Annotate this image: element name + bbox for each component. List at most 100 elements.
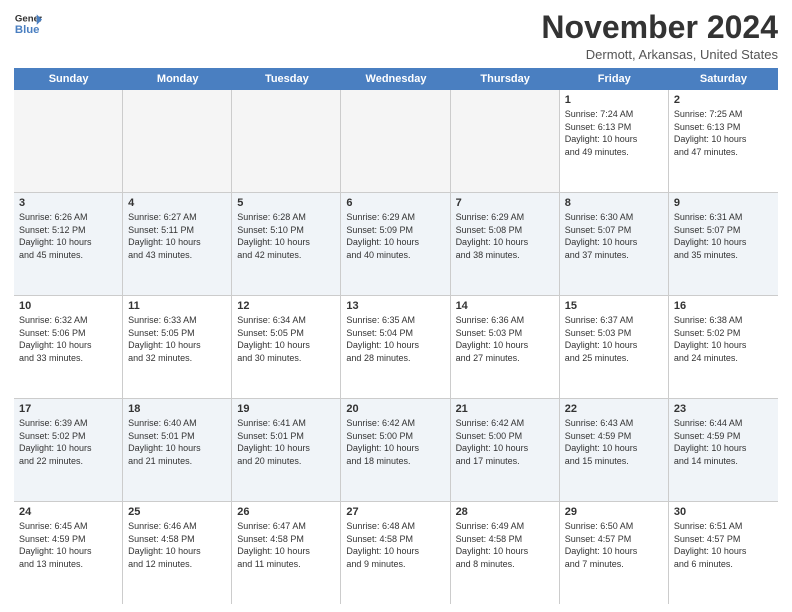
day-number: 8 [565, 197, 663, 209]
calendar-cell: 27 Sunrise: 6:48 AM Sunset: 4:58 PM Dayli… [341, 502, 450, 604]
calendar-cell: 9Sunrise: 6:31 AM Sunset: 5:07 PM Daylig… [669, 193, 778, 295]
calendar-cell: 10Sunrise: 6:32 AM Sunset: 5:06 PM Dayli… [14, 296, 123, 398]
logo-icon: GeneralBlue [14, 10, 42, 38]
day-info: Sunrise: 6:50 AM Sunset: 4:57 PM Dayligh… [565, 520, 663, 570]
header-day-thursday: Thursday [451, 68, 560, 90]
day-info: Sunrise: 6:26 AM Sunset: 5:12 PM Dayligh… [19, 211, 117, 261]
day-info: Sunrise: 6:30 AM Sunset: 5:07 PM Dayligh… [565, 211, 663, 261]
calendar-cell: 17 Sunrise: 6:39 AM Sunset: 5:02 PM Dayli… [14, 399, 123, 501]
header-day-tuesday: Tuesday [232, 68, 341, 90]
calendar-cell: 23 Sunrise: 6:44 AM Sunset: 4:59 PM Dayli… [669, 399, 778, 501]
calendar-cell: 15Sunrise: 6:37 AM Sunset: 5:03 PM Dayli… [560, 296, 669, 398]
calendar-week-4: 17 Sunrise: 6:39 AM Sunset: 5:02 PM Dayli… [14, 399, 778, 502]
calendar-cell: 28 Sunrise: 6:49 AM Sunset: 4:58 PM Dayli… [451, 502, 560, 604]
day-info: Sunrise: 6:29 AM Sunset: 5:08 PM Dayligh… [456, 211, 554, 261]
day-number: 18 [128, 403, 226, 415]
calendar-week-1: 1Sunrise: 7:24 AM Sunset: 6:13 PM Daylig… [14, 90, 778, 193]
calendar-cell: 5Sunrise: 6:28 AM Sunset: 5:10 PM Daylig… [232, 193, 341, 295]
day-info: Sunrise: 6:32 AM Sunset: 5:06 PM Dayligh… [19, 314, 117, 364]
calendar-cell: 4Sunrise: 6:27 AM Sunset: 5:11 PM Daylig… [123, 193, 232, 295]
logo: GeneralBlue [14, 10, 42, 38]
day-number: 5 [237, 197, 335, 209]
day-number: 16 [674, 300, 773, 312]
calendar-cell: 30 Sunrise: 6:51 AM Sunset: 4:57 PM Dayli… [669, 502, 778, 604]
day-info: Sunrise: 6:42 AM Sunset: 5:00 PM Dayligh… [346, 417, 444, 467]
month-title: November 2024 [541, 10, 778, 45]
day-number: 13 [346, 300, 444, 312]
svg-text:Blue: Blue [15, 24, 40, 36]
title-block: November 2024 Dermott, Arkansas, United … [541, 10, 778, 62]
day-number: 27 [346, 506, 444, 518]
calendar-cell: 14 Sunrise: 6:36 AM Sunset: 5:03 PM Dayli… [451, 296, 560, 398]
day-info: Sunrise: 6:51 AM Sunset: 4:57 PM Dayligh… [674, 520, 773, 570]
day-number: 11 [128, 300, 226, 312]
day-info: Sunrise: 6:29 AM Sunset: 5:09 PM Dayligh… [346, 211, 444, 261]
header-day-saturday: Saturday [669, 68, 778, 90]
day-info: Sunrise: 6:39 AM Sunset: 5:02 PM Dayligh… [19, 417, 117, 467]
calendar-cell [232, 90, 341, 192]
day-number: 28 [456, 506, 554, 518]
day-number: 3 [19, 197, 117, 209]
calendar-cell: 18 Sunrise: 6:40 AM Sunset: 5:01 PM Dayli… [123, 399, 232, 501]
calendar-header: SundayMondayTuesdayWednesdayThursdayFrid… [14, 68, 778, 90]
calendar-cell: 13 Sunrise: 6:35 AM Sunset: 5:04 PM Dayli… [341, 296, 450, 398]
calendar-cell: 2 Sunrise: 7:25 AM Sunset: 6:13 PM Daylig… [669, 90, 778, 192]
day-number: 20 [346, 403, 444, 415]
calendar-cell: 6 Sunrise: 6:29 AM Sunset: 5:09 PM Daylig… [341, 193, 450, 295]
day-number: 15 [565, 300, 663, 312]
calendar-cell [14, 90, 123, 192]
day-number: 24 [19, 506, 117, 518]
day-number: 12 [237, 300, 335, 312]
day-info: Sunrise: 6:42 AM Sunset: 5:00 PM Dayligh… [456, 417, 554, 467]
calendar-cell [123, 90, 232, 192]
day-info: Sunrise: 6:35 AM Sunset: 5:04 PM Dayligh… [346, 314, 444, 364]
calendar-cell: 8 Sunrise: 6:30 AM Sunset: 5:07 PM Daylig… [560, 193, 669, 295]
day-info: Sunrise: 6:43 AM Sunset: 4:59 PM Dayligh… [565, 417, 663, 467]
calendar-week-5: 24 Sunrise: 6:45 AM Sunset: 4:59 PM Dayli… [14, 502, 778, 604]
calendar-cell [451, 90, 560, 192]
day-info: Sunrise: 6:44 AM Sunset: 4:59 PM Dayligh… [674, 417, 773, 467]
header-day-sunday: Sunday [14, 68, 123, 90]
day-number: 19 [237, 403, 335, 415]
day-number: 17 [19, 403, 117, 415]
day-info: Sunrise: 6:34 AM Sunset: 5:05 PM Dayligh… [237, 314, 335, 364]
day-number: 25 [128, 506, 226, 518]
day-number: 6 [346, 197, 444, 209]
day-number: 14 [456, 300, 554, 312]
calendar-cell: 16 Sunrise: 6:38 AM Sunset: 5:02 PM Dayli… [669, 296, 778, 398]
day-number: 22 [565, 403, 663, 415]
header-day-monday: Monday [123, 68, 232, 90]
day-info: Sunrise: 6:47 AM Sunset: 4:58 PM Dayligh… [237, 520, 335, 570]
day-number: 21 [456, 403, 554, 415]
day-info: Sunrise: 6:45 AM Sunset: 4:59 PM Dayligh… [19, 520, 117, 570]
day-number: 2 [674, 94, 773, 106]
day-number: 26 [237, 506, 335, 518]
day-info: Sunrise: 6:33 AM Sunset: 5:05 PM Dayligh… [128, 314, 226, 364]
calendar-cell: 12 Sunrise: 6:34 AM Sunset: 5:05 PM Dayli… [232, 296, 341, 398]
calendar-body: 1Sunrise: 7:24 AM Sunset: 6:13 PM Daylig… [14, 90, 778, 604]
day-info: Sunrise: 6:49 AM Sunset: 4:58 PM Dayligh… [456, 520, 554, 570]
calendar-week-2: 3 Sunrise: 6:26 AM Sunset: 5:12 PM Daylig… [14, 193, 778, 296]
day-number: 9 [674, 197, 773, 209]
day-number: 7 [456, 197, 554, 209]
calendar-cell: 29Sunrise: 6:50 AM Sunset: 4:57 PM Dayli… [560, 502, 669, 604]
day-info: Sunrise: 6:46 AM Sunset: 4:58 PM Dayligh… [128, 520, 226, 570]
day-number: 30 [674, 506, 773, 518]
calendar-week-3: 10Sunrise: 6:32 AM Sunset: 5:06 PM Dayli… [14, 296, 778, 399]
day-info: Sunrise: 6:36 AM Sunset: 5:03 PM Dayligh… [456, 314, 554, 364]
day-info: Sunrise: 6:48 AM Sunset: 4:58 PM Dayligh… [346, 520, 444, 570]
calendar-cell: 7 Sunrise: 6:29 AM Sunset: 5:08 PM Daylig… [451, 193, 560, 295]
calendar-cell: 3 Sunrise: 6:26 AM Sunset: 5:12 PM Daylig… [14, 193, 123, 295]
calendar-cell: 21 Sunrise: 6:42 AM Sunset: 5:00 PM Dayli… [451, 399, 560, 501]
header-day-wednesday: Wednesday [341, 68, 450, 90]
header: GeneralBlue November 2024 Dermott, Arkan… [14, 10, 778, 62]
day-info: Sunrise: 7:25 AM Sunset: 6:13 PM Dayligh… [674, 108, 773, 158]
calendar: SundayMondayTuesdayWednesdayThursdayFrid… [14, 68, 778, 604]
calendar-cell: 11 Sunrise: 6:33 AM Sunset: 5:05 PM Dayli… [123, 296, 232, 398]
day-info: Sunrise: 6:40 AM Sunset: 5:01 PM Dayligh… [128, 417, 226, 467]
day-info: Sunrise: 7:24 AM Sunset: 6:13 PM Dayligh… [565, 108, 663, 158]
day-info: Sunrise: 6:41 AM Sunset: 5:01 PM Dayligh… [237, 417, 335, 467]
calendar-cell: 20 Sunrise: 6:42 AM Sunset: 5:00 PM Dayli… [341, 399, 450, 501]
day-number: 23 [674, 403, 773, 415]
day-info: Sunrise: 6:38 AM Sunset: 5:02 PM Dayligh… [674, 314, 773, 364]
